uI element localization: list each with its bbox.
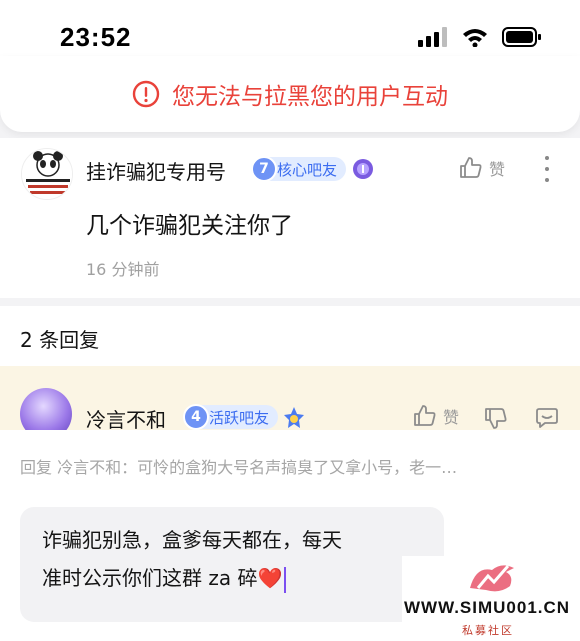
post-content: 几个诈骗犯关注你了	[86, 213, 293, 239]
text-cursor	[284, 566, 287, 593]
post-timestamp: 16 分钟前	[86, 260, 160, 279]
more-icon	[545, 156, 549, 160]
signal-icon	[418, 27, 447, 47]
thumb-up-icon	[460, 157, 482, 178]
reply-quote: 回复 冷言不和：可怜的盒狗大号名声搞臭了又拿小号，老一…	[20, 458, 458, 477]
medal-icon	[353, 159, 373, 179]
post-username[interactable]: 挂诈骗犯专用号	[86, 156, 226, 185]
reply-level-badge: 4 活跃吧友	[183, 404, 279, 430]
avatar[interactable]	[21, 148, 73, 200]
reply-avatar[interactable]	[20, 388, 72, 430]
input-line-2: 准时公示你们这群 za 碎❤️	[42, 559, 422, 597]
watermark: WWW.SIMU001.CN 私募社区	[402, 556, 580, 641]
panda-avatar-icon	[22, 149, 72, 199]
watermark-text: WWW.SIMU001.CN	[404, 598, 571, 617]
status-time: 23:52	[60, 22, 132, 52]
level-number: 7	[251, 156, 277, 182]
level-badge: 7 核心吧友	[251, 156, 347, 182]
block-banner: 您无法与拉黑您的用户互动	[0, 56, 580, 132]
reply-like-label: 赞	[443, 408, 460, 427]
post: 挂诈骗犯专用号 7 核心吧友 赞 几个诈骗犯关注你了 16 分钟前	[0, 138, 580, 298]
like-button[interactable]: 赞	[459, 156, 505, 180]
input-line-1: 诈骗犯别急，盒爹每天都在，每天	[42, 528, 342, 552]
reply-level-number: 4	[183, 404, 209, 430]
watermark-subtitle: 私募社区	[462, 624, 514, 637]
status-icons	[418, 27, 542, 47]
battery-icon	[502, 27, 541, 47]
like-label: 赞	[489, 160, 506, 179]
banner-text: 您无法与拉黑您的用户互动	[172, 84, 448, 110]
badge-label: 核心吧友	[277, 160, 338, 179]
replies-count: 2 条回复	[20, 328, 100, 352]
input-line-2-text: 准时公示你们这群 za 碎	[42, 566, 258, 590]
wifi-icon	[463, 29, 487, 47]
alert-circle-icon	[132, 80, 160, 108]
thumb-down-icon[interactable]	[484, 406, 508, 430]
thumb-up-icon	[414, 405, 436, 426]
reply-like-button[interactable]: 赞	[413, 404, 459, 428]
heart-emoji: ❤️	[257, 566, 283, 590]
reply-medal-icon	[284, 407, 304, 428]
reply-item: 冷言不和 4 活跃吧友 赞	[0, 366, 580, 430]
more-button[interactable]	[539, 156, 555, 182]
reply-badge-label: 活跃吧友	[209, 408, 270, 427]
replies-header: 2 条回复	[0, 306, 580, 366]
reply-input[interactable]: 诈骗犯别急，盒爹每天都在，每天 准时公示你们这群 za 碎❤️	[20, 507, 444, 622]
reply-username[interactable]: 冷言不和	[86, 404, 166, 430]
watermark-logo-icon	[470, 565, 514, 592]
comment-icon[interactable]	[535, 406, 559, 430]
